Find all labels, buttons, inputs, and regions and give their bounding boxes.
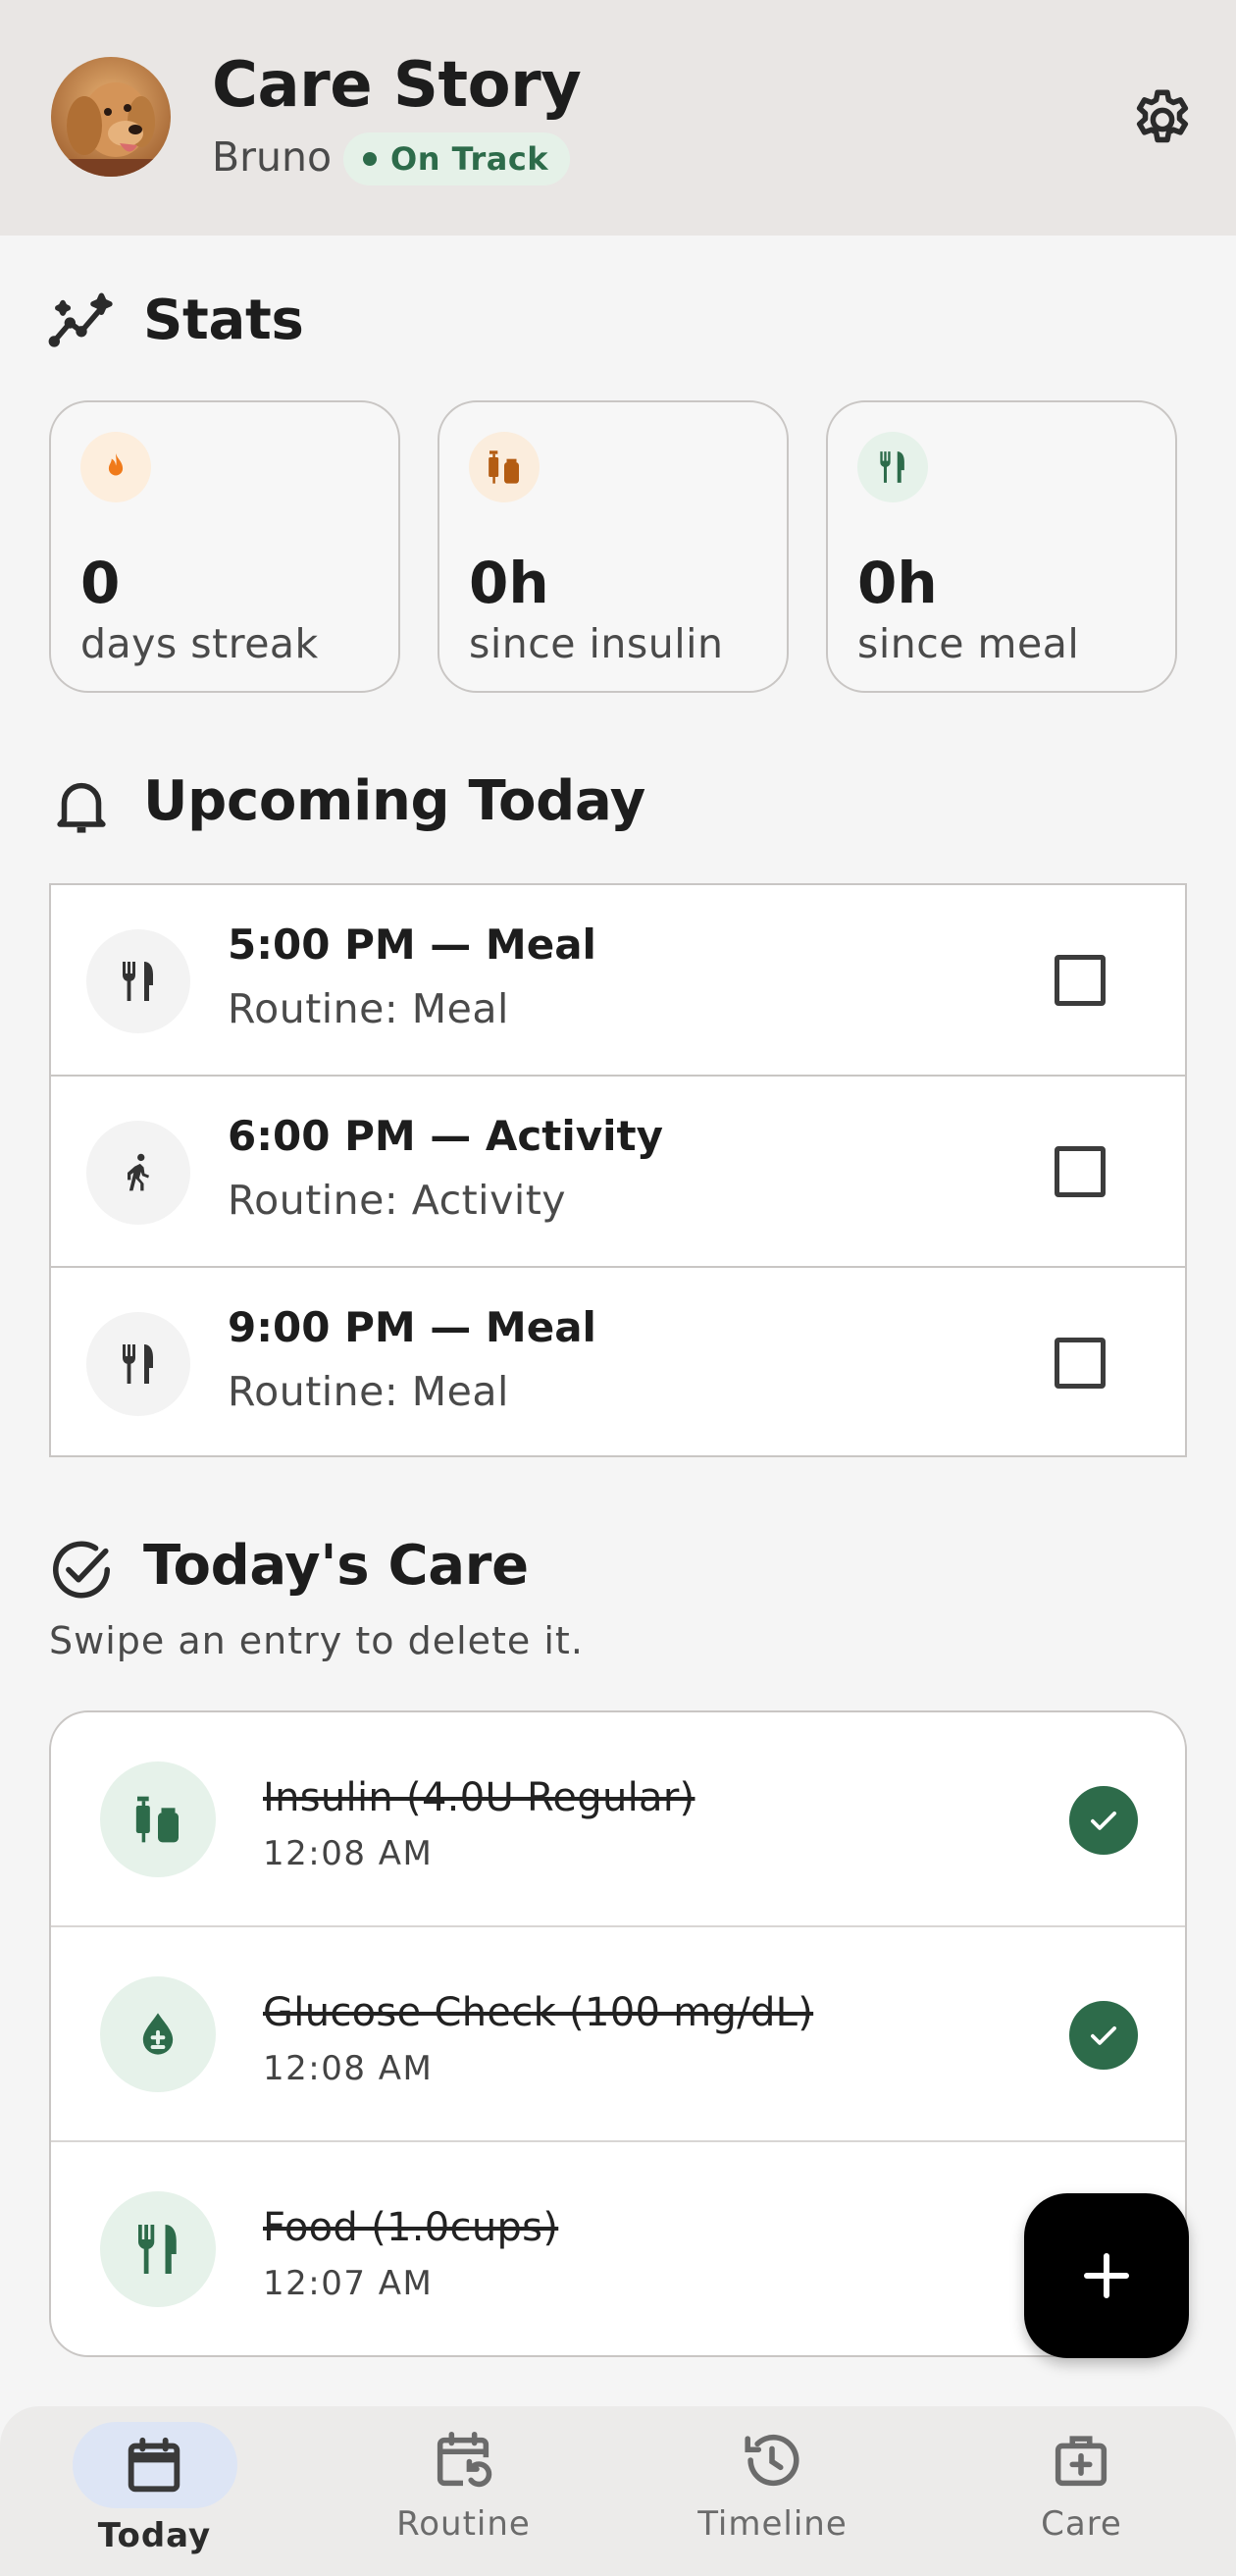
care-entry-title: Food (1.0cups) [263, 2205, 559, 2250]
upcoming-item-title: 9:00 PM — Meal [228, 1303, 596, 1351]
upcoming-item-subtitle: Routine: Meal [228, 1368, 509, 1415]
check-circle-icon [47, 1537, 116, 1605]
upcoming-checkbox[interactable] [1055, 955, 1106, 1006]
upcoming-item-title: 5:00 PM — Meal [228, 920, 596, 969]
stat-card-meal: 0h since meal [826, 400, 1177, 693]
plus-icon [1084, 2253, 1129, 2298]
fork-knife-icon [857, 432, 928, 502]
care-list: Insulin (4.0U Regular) 12:08 AM Glucose … [49, 1710, 1187, 2357]
upcoming-title: Upcoming Today [143, 769, 645, 833]
care-entry-title: Glucose Check (100 mg/dL) [263, 1990, 814, 2035]
upcoming-item-subtitle: Routine: Activity [228, 1177, 567, 1224]
todays-care-hint: Swipe an entry to delete it. [49, 1619, 584, 1662]
bottom-nav: Today Routine Timeline Care [0, 2406, 1236, 2576]
care-entry-time: 12:08 AM [263, 1834, 434, 1873]
stat-value: 0h [857, 550, 938, 616]
syringe-vial-icon [469, 432, 540, 502]
trending-sparkle-icon [47, 289, 116, 357]
nav-label: Routine [396, 2504, 531, 2544]
care-entry-time: 12:07 AM [263, 2264, 434, 2303]
done-check-icon[interactable] [1069, 2001, 1138, 2070]
app-title: Care Story [212, 49, 582, 122]
nav-item-routine[interactable]: Routine [309, 2406, 618, 2576]
stat-card-streak: 0 days streak [49, 400, 400, 693]
medical-bag-icon [1047, 2426, 1115, 2495]
nav-item-care[interactable]: Care [927, 2406, 1236, 2576]
nav-label: Timeline [697, 2504, 848, 2544]
bell-icon [47, 771, 116, 840]
stats-title: Stats [143, 289, 304, 352]
stat-label: since meal [857, 620, 1080, 667]
flame-icon [80, 432, 151, 502]
calendar-icon [120, 2432, 188, 2500]
status-badge: On Track [343, 132, 571, 185]
done-check-icon[interactable] [1069, 1786, 1138, 1855]
status-text: On Track [390, 140, 549, 178]
upcoming-item-subtitle: Routine: Meal [228, 985, 509, 1032]
upcoming-list: 5:00 PM — Meal Routine: Meal 6:00 PM — A… [49, 883, 1187, 1457]
walking-icon [86, 1121, 190, 1225]
history-icon [738, 2426, 806, 2495]
todays-care-title: Today's Care [143, 1534, 529, 1598]
calendar-repeat-icon [429, 2426, 497, 2495]
pet-avatar[interactable] [51, 57, 171, 177]
gear-icon[interactable] [1128, 85, 1197, 154]
fork-knife-icon [100, 2191, 216, 2307]
upcoming-checkbox[interactable] [1055, 1338, 1106, 1389]
syringe-vial-icon [100, 1761, 216, 1877]
nav-item-today[interactable]: Today [0, 2406, 309, 2576]
care-entry[interactable]: Insulin (4.0U Regular) 12:08 AM [51, 1712, 1185, 1927]
status-dot [363, 152, 377, 166]
add-entry-button[interactable] [1024, 2193, 1189, 2358]
stat-label: since insulin [469, 620, 724, 667]
upcoming-item[interactable]: 9:00 PM — Meal Routine: Meal [51, 1266, 1185, 1457]
care-entry-title: Insulin (4.0U Regular) [263, 1775, 695, 1820]
blood-drop-icon [100, 1976, 216, 2092]
stat-value: 0h [469, 550, 549, 616]
app-root: Care Story Bruno On Track Stats 0 days s… [0, 0, 1236, 2576]
upcoming-item-title: 6:00 PM — Activity [228, 1112, 664, 1160]
stat-card-insulin: 0h since insulin [438, 400, 789, 693]
care-entry[interactable]: Glucose Check (100 mg/dL) 12:08 AM [51, 1927, 1185, 2142]
stat-label: days streak [80, 620, 319, 667]
upcoming-item[interactable]: 5:00 PM — Meal Routine: Meal [51, 883, 1185, 1075]
nav-label: Care [1041, 2504, 1122, 2544]
care-entry[interactable]: Food (1.0cups) 12:07 AM [51, 2142, 1185, 2355]
pet-name: Bruno [212, 133, 333, 181]
upcoming-item[interactable]: 6:00 PM — Activity Routine: Activity [51, 1075, 1185, 1266]
fork-knife-icon [86, 929, 190, 1033]
stat-value: 0 [80, 550, 121, 616]
nav-item-timeline[interactable]: Timeline [618, 2406, 927, 2576]
fork-knife-icon [86, 1312, 190, 1416]
nav-label: Today [97, 2516, 212, 2555]
upcoming-checkbox[interactable] [1055, 1146, 1106, 1197]
app-header: Care Story Bruno On Track [0, 0, 1236, 236]
care-entry-time: 12:08 AM [263, 2049, 434, 2088]
